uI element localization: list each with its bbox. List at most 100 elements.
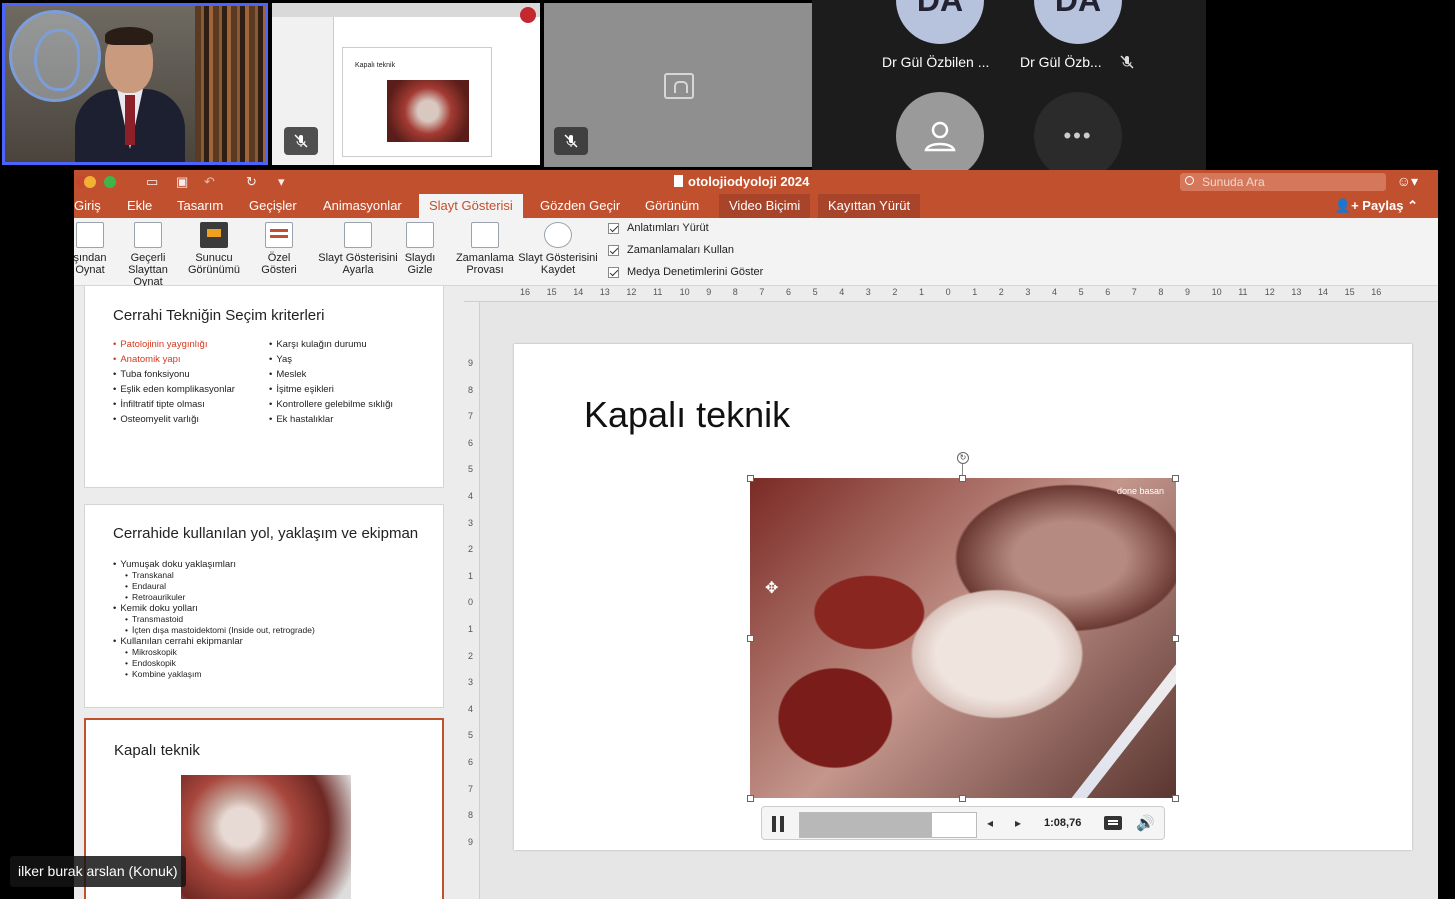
setup-slideshow-button[interactable]: Slayt Gösterisini Ayarla xyxy=(318,222,398,276)
minimize-window-icon[interactable] xyxy=(84,176,96,188)
play-from-start-button[interactable]: şından Oynat xyxy=(74,222,110,276)
media-controls: ◂ ▸ 1:08,76 🔊 xyxy=(761,806,1165,840)
video-caption: done basan xyxy=(1116,486,1164,496)
thumbnail-bullets: Yumuşak doku yaklaşımları Transkanal End… xyxy=(113,559,315,680)
rehearse-timings-button[interactable]: Zamanlama Provası xyxy=(454,222,516,276)
sidebar-toggle-icon[interactable]: ▭ xyxy=(146,174,158,190)
ruler-number: 15 xyxy=(1344,287,1355,297)
thumbnail-title: Cerrahi Tekniğin Seçim kriterleri xyxy=(113,307,325,324)
ruler-number: 9 xyxy=(706,287,712,297)
tab-playback[interactable]: Kayıttan Yürüt xyxy=(818,194,921,218)
slide-thumbnail[interactable]: Cerrahide kullanılan yol, yaklaşım ve ek… xyxy=(84,504,444,708)
mini-slide-image xyxy=(387,80,469,142)
slide-thumbnail[interactable]: Cerrahi Tekniğin Seçim kriterleri Patolo… xyxy=(84,286,444,488)
ruler-number: 3 xyxy=(468,517,474,528)
resize-handle[interactable] xyxy=(959,795,966,802)
resize-handle[interactable] xyxy=(1172,635,1179,642)
ruler-number: 5 xyxy=(468,730,474,741)
tab-slideshow[interactable]: Slayt Gösterisi xyxy=(419,194,523,218)
search-icon xyxy=(1185,176,1194,185)
ruler-number: 6 xyxy=(786,287,792,297)
skip-back-icon[interactable]: ◂ xyxy=(983,816,997,832)
search-placeholder: Sunuda Ara xyxy=(1202,175,1265,189)
slide[interactable]: Kapalı teknik ↻ done basan ✥ ◂ ▸ 1:08,76… xyxy=(514,344,1412,850)
custom-show-button[interactable]: Özel Gösteri xyxy=(254,222,304,276)
document-title-text: otolojiodyoloji 2024 xyxy=(688,174,810,189)
camera-off-tile[interactable] xyxy=(544,3,812,167)
tab-home[interactable]: Giriş xyxy=(74,194,111,218)
ribbon: şından Oynat Geçerli Slayttan Oynat Sunucu… xyxy=(74,218,1438,288)
share-label: Paylaş xyxy=(1362,198,1404,213)
person-placeholder-icon[interactable] xyxy=(896,92,984,180)
tab-animations[interactable]: Animasyonlar xyxy=(313,194,412,218)
ruler-number: 9 xyxy=(468,836,474,847)
society-logo-seal xyxy=(9,10,101,102)
participant-video-tile[interactable] xyxy=(2,3,268,165)
play-from-current-button[interactable]: Geçerli Slayttan Oynat xyxy=(112,222,184,288)
ruler-number: 3 xyxy=(468,677,474,688)
pause-icon[interactable] xyxy=(772,816,784,832)
ruler-number: 0 xyxy=(945,287,951,297)
ruler-number: 14 xyxy=(573,287,584,297)
ruler-number: 15 xyxy=(546,287,557,297)
screen-share-tile[interactable]: Kapalı teknik xyxy=(272,3,540,165)
hide-slide-button[interactable]: Slaydı Gizle xyxy=(400,222,440,276)
file-icon xyxy=(674,175,683,187)
mic-muted-icon xyxy=(1120,55,1134,69)
mic-muted-icon xyxy=(554,127,588,155)
undo-icon[interactable]: ↶ xyxy=(204,174,215,190)
rotate-handle-icon[interactable]: ↻ xyxy=(957,452,969,464)
search-input[interactable]: Sunuda Ara xyxy=(1180,173,1386,191)
tab-design[interactable]: Tasarım xyxy=(167,194,233,218)
save-icon[interactable]: ▣ xyxy=(176,174,188,190)
ruler-number: 13 xyxy=(599,287,610,297)
thumbnail-title: Cerrahide kullanılan yol, yaklaşım ve ek… xyxy=(113,525,419,542)
play-narrations-checkbox[interactable]: Anlatımları Yürüt xyxy=(608,222,709,234)
skip-forward-icon[interactable]: ▸ xyxy=(1011,816,1025,832)
participant-avatar[interactable]: DA xyxy=(896,0,984,44)
ruler-number: 8 xyxy=(1158,287,1164,297)
tab-transitions[interactable]: Geçişler xyxy=(239,194,307,218)
resize-handle[interactable] xyxy=(959,475,966,482)
feedback-smiley-icon[interactable]: ☺▾ xyxy=(1397,173,1418,190)
resize-handle[interactable] xyxy=(747,635,754,642)
ruler-number: 11 xyxy=(1238,287,1248,297)
ruler-number: 1 xyxy=(468,624,474,634)
tab-review[interactable]: Gözden Geçir xyxy=(530,194,630,218)
video-frame[interactable]: done basan ✥ xyxy=(750,478,1176,798)
ruler-number: 2 xyxy=(892,287,898,297)
captions-icon[interactable] xyxy=(1104,816,1122,830)
zoom-window-icon[interactable] xyxy=(104,176,116,188)
screen: Kapalı teknik DA Dr Gül Özbilen ... DA D… xyxy=(0,0,1455,899)
resize-handle[interactable] xyxy=(1172,795,1179,802)
ruler-number: 3 xyxy=(1025,287,1031,297)
playback-progress-bar[interactable] xyxy=(799,812,977,838)
redo-icon[interactable]: ↻ xyxy=(246,174,257,190)
ruler-number: 10 xyxy=(679,287,690,297)
tab-view[interactable]: Görünüm xyxy=(635,194,709,218)
volume-icon[interactable]: 🔊 xyxy=(1136,814,1155,832)
resize-handle[interactable] xyxy=(1172,475,1179,482)
ruler-number: 12 xyxy=(1264,287,1275,297)
customize-toolbar-icon[interactable]: ▾ xyxy=(278,174,285,190)
thumbnail-video-image xyxy=(181,775,351,899)
share-button[interactable]: 👤+ Paylaş ⌃ xyxy=(1335,194,1418,218)
powerpoint-window: ▭ ▣ ↶ ↻ ▾ otolojiodyoloji 2024 Sunuda Ar… xyxy=(74,170,1438,899)
use-timings-checkbox[interactable]: Zamanlamaları Kullan xyxy=(608,244,734,256)
participant-avatar[interactable]: DA xyxy=(1034,0,1122,44)
resize-handle[interactable] xyxy=(747,795,754,802)
ruler-number: 16 xyxy=(1371,287,1382,297)
record-slideshow-button[interactable]: Slayt Gösterisini Kaydet xyxy=(516,222,600,276)
slide-title[interactable]: Kapalı teknik xyxy=(584,394,790,436)
resize-handle[interactable] xyxy=(747,475,754,482)
more-participants-icon[interactable]: ••• xyxy=(1034,92,1122,180)
ruler-number: 10 xyxy=(1211,287,1222,297)
show-media-controls-checkbox[interactable]: Medya Denetimlerini Göster xyxy=(608,266,763,278)
ruler-number: 5 xyxy=(468,464,474,475)
tab-video-format[interactable]: Video Biçimi xyxy=(719,194,811,218)
ruler-number: 7 xyxy=(759,287,765,297)
tab-insert[interactable]: Ekle xyxy=(117,194,162,218)
presenter-view-button[interactable]: Sunucu Görünümü xyxy=(186,222,242,276)
mini-logo xyxy=(520,7,536,23)
ruler-number: 11 xyxy=(653,287,663,297)
